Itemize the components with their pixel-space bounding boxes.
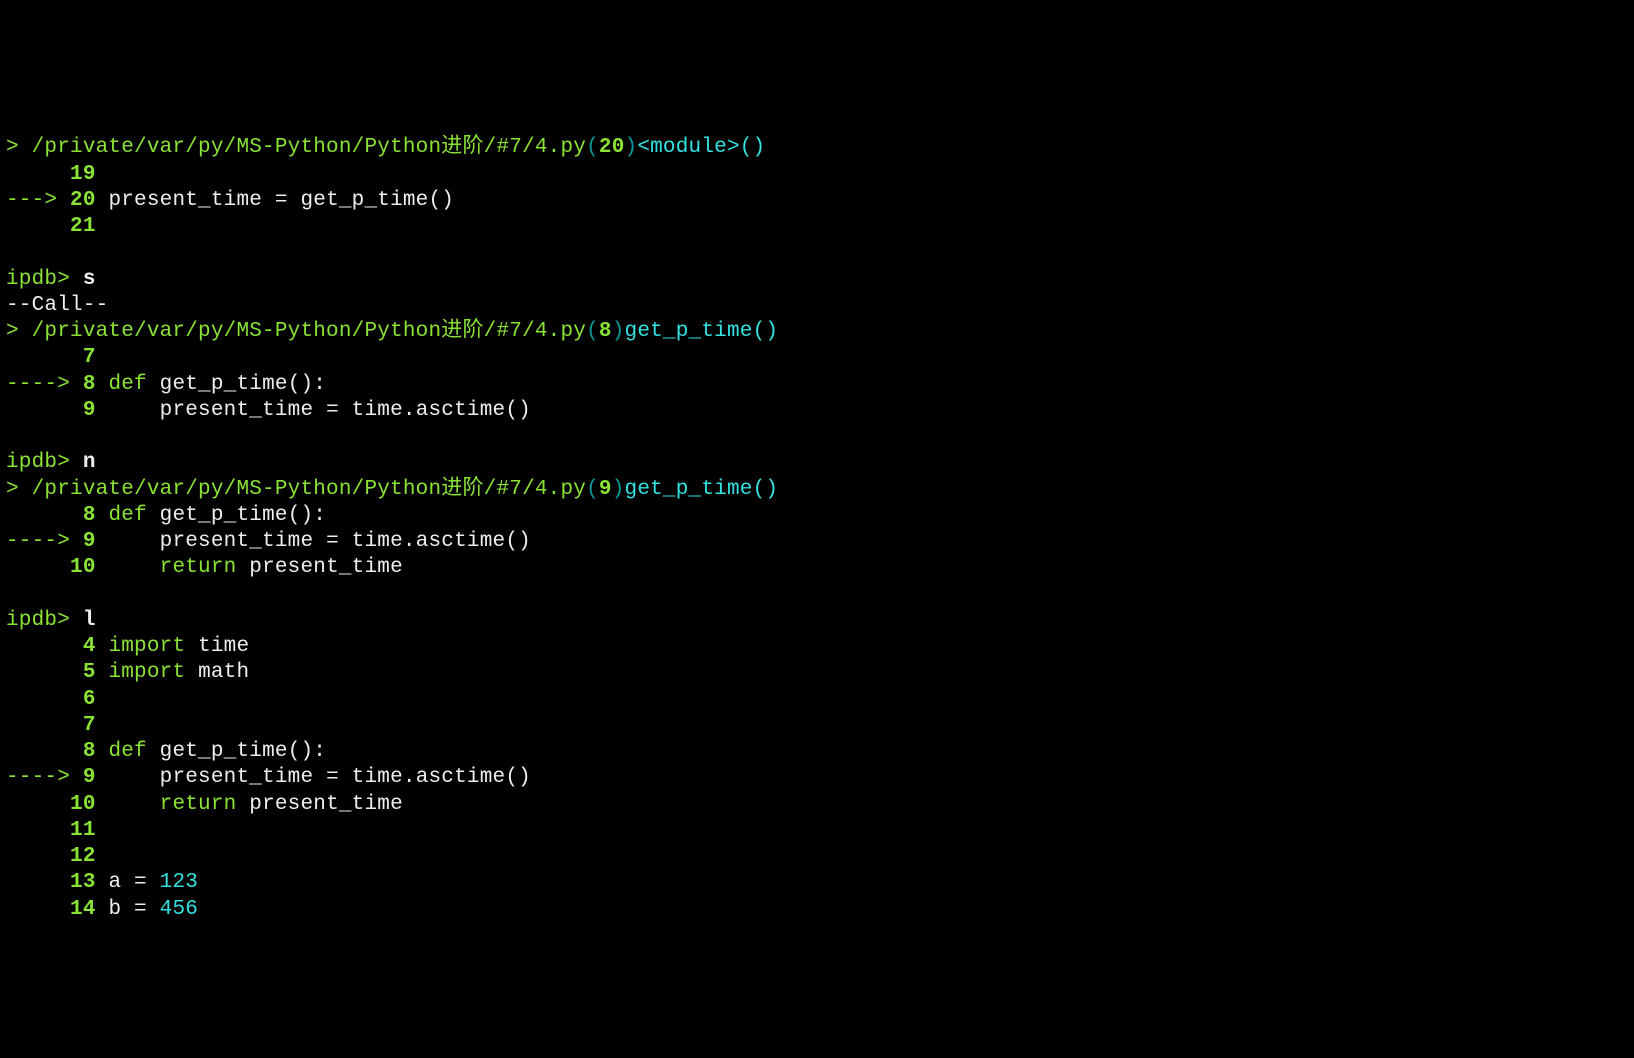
paren-close: ) xyxy=(612,478,625,501)
current-line: ---> 20 present_time = get_p_time() xyxy=(6,189,454,212)
gutter-lineno: 19 xyxy=(70,163,96,186)
file-path: /private/var/py/MS-Python/Python进阶/#7/4.… xyxy=(32,478,586,501)
kw-import: import xyxy=(108,661,185,684)
context-line: 19 xyxy=(6,163,96,186)
ipdb-prompt: ipdb> xyxy=(6,451,83,474)
line-number: 20 xyxy=(599,136,625,159)
call-marker: --Call-- xyxy=(6,294,108,317)
long-arrow: ----> xyxy=(6,373,83,396)
empty-parens: () xyxy=(753,320,779,343)
gutter-lineno: 8 xyxy=(83,373,96,396)
caret: > xyxy=(6,478,32,501)
listing-line: 13 a = 123 xyxy=(6,871,198,894)
caret: > xyxy=(6,136,32,159)
listing-line: 4 import time xyxy=(6,635,249,658)
frame-func: <module> xyxy=(637,136,739,159)
code-text: present_time xyxy=(108,189,262,212)
line-number: 9 xyxy=(599,478,612,501)
listing-current-line: ----> 9 present_time = time.asctime() xyxy=(6,766,531,789)
line-number: 8 xyxy=(599,320,612,343)
listing-line: 6 xyxy=(6,688,96,711)
kw-return: return xyxy=(160,556,237,579)
listing-line: 8 def get_p_time(): xyxy=(6,740,326,763)
gutter-lineno: 6 xyxy=(83,688,96,711)
listing-line: 10 return present_time xyxy=(6,793,403,816)
long-arrow: ----> xyxy=(6,530,83,553)
ipdb-prompt-line[interactable]: ipdb> n xyxy=(6,451,96,474)
frame-func: get_p_time xyxy=(625,478,753,501)
kw-def: def xyxy=(108,504,146,527)
paren-open: ( xyxy=(586,320,599,343)
gutter-lineno: 13 xyxy=(70,871,96,894)
caret: > xyxy=(6,320,32,343)
gutter-lineno: 8 xyxy=(83,504,96,527)
ipdb-cmd: l xyxy=(83,609,96,632)
listing-line: 12 xyxy=(6,845,96,868)
arrow: ---> xyxy=(6,189,70,212)
gutter-lineno: 7 xyxy=(83,714,96,737)
paren-close: ) xyxy=(625,136,638,159)
ipdb-prompt-line[interactable]: ipdb> s xyxy=(6,268,96,291)
current-line: ----> 9 present_time = time.asctime() xyxy=(6,530,531,553)
listing-line: 14 b = 456 xyxy=(6,898,198,921)
kw-def: def xyxy=(108,740,146,763)
ipdb-prompt: ipdb> xyxy=(6,268,83,291)
ipdb-prompt: ipdb> xyxy=(6,609,83,632)
gutter-lineno: 9 xyxy=(83,530,96,553)
gutter-lineno: 14 xyxy=(70,898,96,921)
listing-line: 7 xyxy=(6,714,96,737)
context-line: 9 present_time = time.asctime() xyxy=(6,399,531,422)
frame-header-2: > /private/var/py/MS-Python/Python进阶/#7/… xyxy=(6,320,778,343)
gutter-lineno: 12 xyxy=(70,845,96,868)
ipdb-prompt-line[interactable]: ipdb> l xyxy=(6,609,96,632)
gutter-lineno: 20 xyxy=(70,189,96,212)
gutter-lineno: 7 xyxy=(83,346,96,369)
terminal-output: > /private/var/py/MS-Python/Python进阶/#7/… xyxy=(6,109,1628,923)
empty-parens: () xyxy=(753,478,779,501)
context-line: 8 def get_p_time(): xyxy=(6,504,326,527)
ipdb-cmd: s xyxy=(83,268,96,291)
listing-line: 11 xyxy=(6,819,96,842)
empty-parens: () xyxy=(740,136,766,159)
gutter-lineno: 8 xyxy=(83,740,96,763)
number-literal: 456 xyxy=(160,898,198,921)
kw-import: import xyxy=(108,635,185,658)
paren-open: ( xyxy=(586,478,599,501)
frame-header-1: > /private/var/py/MS-Python/Python进阶/#7/… xyxy=(6,136,765,159)
paren-open: ( xyxy=(586,136,599,159)
long-arrow: ----> xyxy=(6,766,83,789)
frame-func: get_p_time xyxy=(625,320,753,343)
paren-close: ) xyxy=(612,320,625,343)
kw-return: return xyxy=(160,793,237,816)
gutter-lineno: 21 xyxy=(70,215,96,238)
kw-def: def xyxy=(108,373,146,396)
frame-header-3: > /private/var/py/MS-Python/Python进阶/#7/… xyxy=(6,478,778,501)
gutter-lineno: 11 xyxy=(70,819,96,842)
gutter-lineno: 9 xyxy=(83,399,96,422)
context-line: 7 xyxy=(6,346,96,369)
file-path: /private/var/py/MS-Python/Python进阶/#7/4.… xyxy=(32,136,586,159)
gutter-lineno: 10 xyxy=(70,556,96,579)
gutter-lineno: 9 xyxy=(83,766,96,789)
context-line: 21 xyxy=(6,215,96,238)
gutter-lineno: 5 xyxy=(83,661,96,684)
gutter-lineno: 10 xyxy=(70,793,96,816)
listing-line: 5 import math xyxy=(6,661,249,684)
current-line: ----> 8 def get_p_time(): xyxy=(6,373,326,396)
file-path: /private/var/py/MS-Python/Python进阶/#7/4.… xyxy=(32,320,586,343)
number-literal: 123 xyxy=(160,871,198,894)
context-line: 10 return present_time xyxy=(6,556,403,579)
gutter-lineno: 4 xyxy=(83,635,96,658)
ipdb-cmd: n xyxy=(83,451,96,474)
